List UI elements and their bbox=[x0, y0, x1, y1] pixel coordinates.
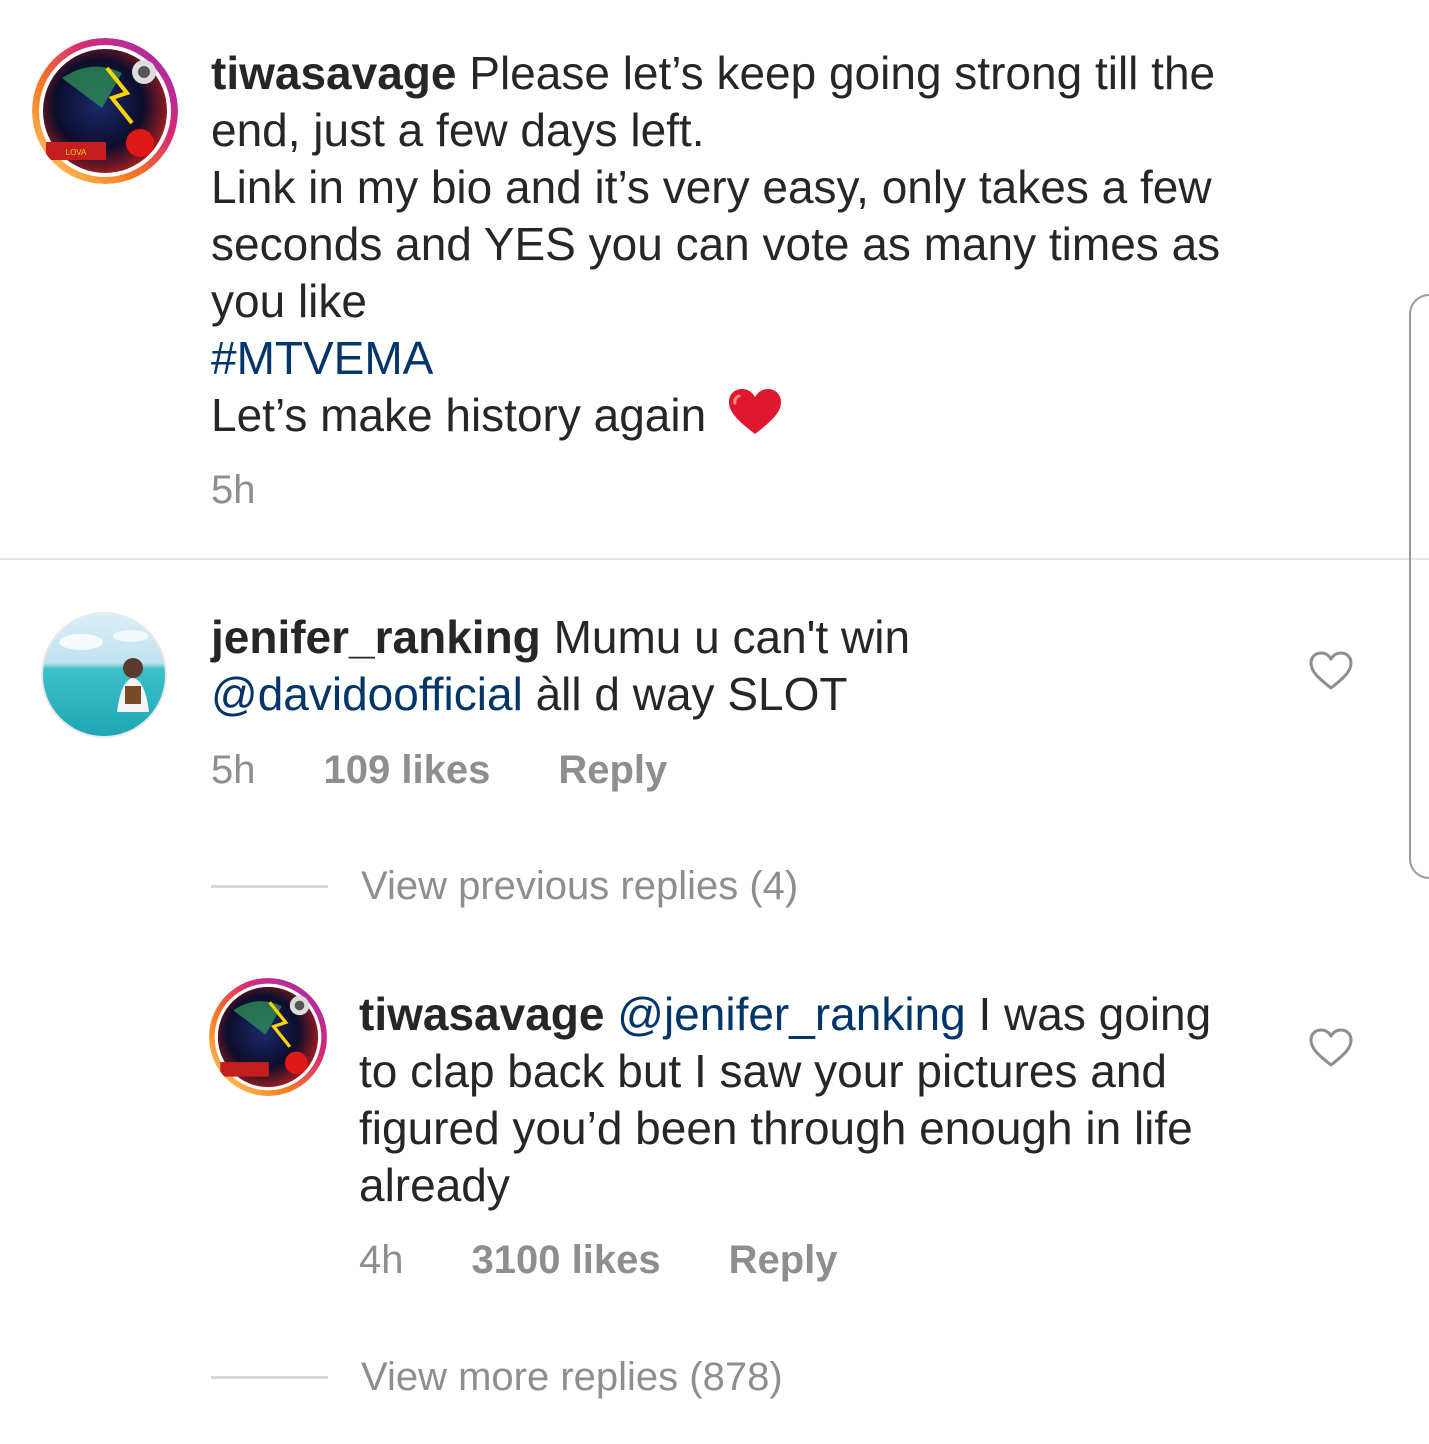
reply-body: figured you’d been through enough in lif… bbox=[359, 1102, 1193, 1154]
caption-text: tiwasavage Please let’s keep going stron… bbox=[211, 45, 1391, 449]
caption-avatar[interactable]: LOVA bbox=[32, 38, 178, 184]
replies-toggle-line bbox=[211, 885, 328, 888]
reply-meta: 4h 3100 likes Reply bbox=[359, 1238, 906, 1283]
view-more-replies-button[interactable]: View more replies (878) bbox=[211, 1355, 783, 1400]
reply-time: 4h bbox=[359, 1238, 404, 1282]
comment-likes[interactable]: 109 likes bbox=[324, 748, 491, 792]
view-previous-replies-button[interactable]: View previous replies (4) bbox=[211, 864, 798, 909]
reply-avatar[interactable] bbox=[209, 978, 327, 1096]
caption-line: end, just a few days left. bbox=[211, 104, 705, 156]
caption-divider bbox=[0, 558, 1429, 560]
comment-body: Mumu u can't win bbox=[553, 611, 911, 663]
caption-line: Please let’s keep going strong till the bbox=[469, 47, 1216, 99]
post-caption: LOVA tiwasavage Please let’s keep going … bbox=[0, 0, 1429, 560]
heart-outline-icon[interactable] bbox=[1309, 651, 1353, 691]
comment-text: jenifer_ranking Mumu u can't win @davido… bbox=[211, 609, 1271, 723]
caption-line: Link in my bio and it’s very easy, only … bbox=[211, 161, 1212, 213]
reply-body: already bbox=[359, 1159, 510, 1211]
caption-meta: 5h bbox=[211, 468, 324, 513]
comment-meta: 5h 109 likes Reply bbox=[211, 748, 735, 793]
reply-mention-link[interactable]: @jenifer_ranking bbox=[617, 988, 965, 1040]
caption-line: Let’s make history again bbox=[211, 389, 707, 441]
comment-mention-link[interactable]: @davidoofficial bbox=[211, 668, 523, 720]
reply-text: tiwasavage @jenifer_ranking I was going … bbox=[359, 986, 1289, 1214]
scroll-edge-handle[interactable] bbox=[1409, 294, 1429, 879]
comment-time: 5h bbox=[211, 748, 256, 792]
view-more-replies-label: View more replies (878) bbox=[361, 1355, 783, 1399]
hashtag-link[interactable]: #MTVEMA bbox=[211, 330, 1391, 387]
heart-outline-icon[interactable] bbox=[1309, 1028, 1353, 1068]
red-heart-emoji-icon bbox=[727, 388, 783, 449]
reply-body: I was going bbox=[965, 988, 1212, 1040]
caption-line: seconds and YES you can vote as many tim… bbox=[211, 218, 1221, 270]
reply-likes[interactable]: 3100 likes bbox=[472, 1238, 661, 1282]
comment-body: àll d way SLOT bbox=[522, 668, 848, 720]
caption-line: you like bbox=[211, 275, 367, 327]
svg-text:LOVA: LOVA bbox=[66, 148, 87, 157]
comment-reply-button[interactable]: Reply bbox=[558, 748, 667, 792]
replies-toggle-line bbox=[211, 1376, 328, 1379]
comment-avatar[interactable] bbox=[41, 612, 167, 738]
caption-username[interactable]: tiwasavage bbox=[211, 47, 456, 99]
view-previous-replies-label: View previous replies (4) bbox=[361, 864, 799, 908]
comment-username[interactable]: jenifer_ranking bbox=[211, 611, 541, 663]
reply-reply-button[interactable]: Reply bbox=[729, 1238, 838, 1282]
reply-body: to clap back but I saw your pictures and bbox=[359, 1045, 1167, 1097]
reply-username[interactable]: tiwasavage bbox=[359, 988, 604, 1040]
caption-time: 5h bbox=[211, 468, 256, 512]
